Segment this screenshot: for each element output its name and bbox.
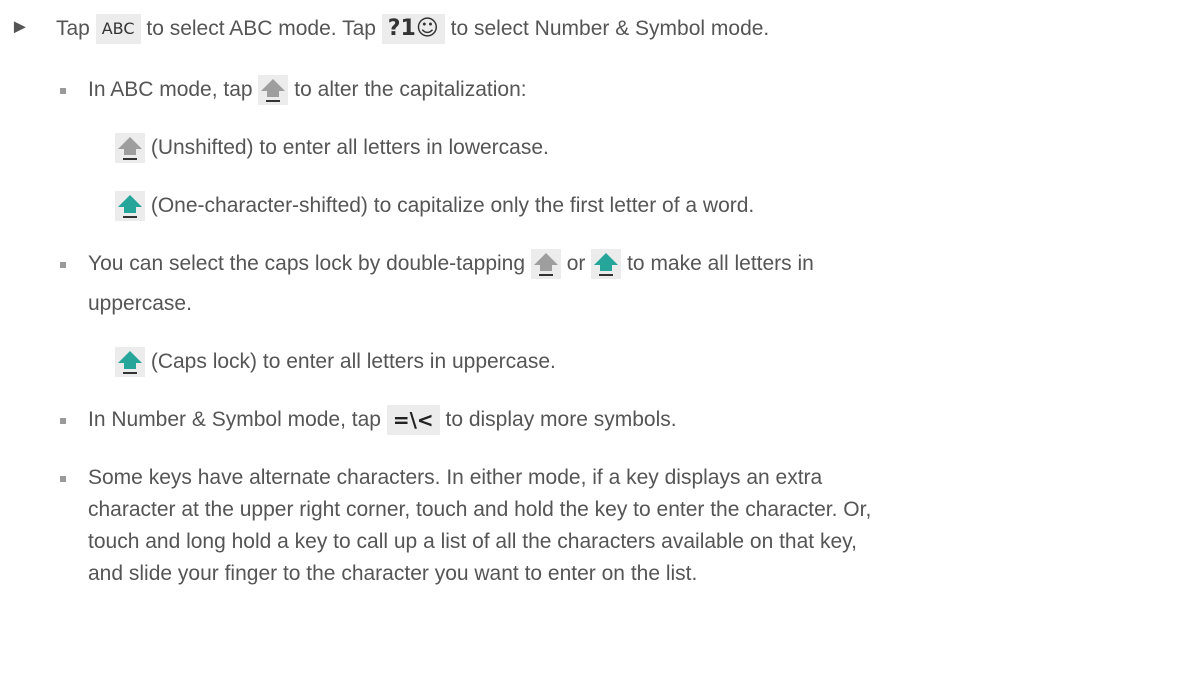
bullet-marker (60, 262, 66, 268)
more-symbols-key: =\< (386, 405, 440, 435)
option-unshifted: (Unshifted) to enter all letters in lowe… (115, 133, 549, 163)
shift-unshifted-icon (115, 133, 145, 163)
text-uppercase-continuation: uppercase. (88, 292, 192, 315)
bullet-marker (60, 476, 66, 482)
text-unshifted: (Unshifted) to enter all letters in lowe… (150, 136, 549, 159)
shift-key-gray-icon (258, 75, 289, 105)
option-one-character-shifted: (One-character-shifted) to capitalize on… (115, 191, 754, 221)
text-tap: Tap (56, 17, 90, 40)
alternate-characters-line-3: touch and long hold a key to call up a l… (88, 530, 857, 553)
text-caps-lock: (Caps lock) to enter all letters in uppe… (150, 350, 556, 373)
text-abc-mode: to select ABC mode. Tap (146, 17, 376, 40)
bullet-marker (60, 418, 66, 424)
text-one-character-shifted: (One-character-shifted) to capitalize on… (150, 194, 755, 217)
instruction-more-symbols: In Number & Symbol mode, tap =\< to disp… (88, 405, 677, 435)
bullet-marker (60, 88, 66, 94)
number-symbol-key: ?1☺ (381, 14, 445, 44)
option-caps-lock: (Caps lock) to enter all letters in uppe… (115, 347, 556, 377)
text-caps-lock-select: You can select the caps lock by double-t… (88, 252, 526, 275)
text-display-more-symbols: to display more symbols. (445, 408, 677, 431)
shift-caps-lock-icon (115, 347, 145, 377)
text-abc-mode-tap: In ABC mode, tap (88, 78, 253, 101)
shift-key-teal-icon (591, 249, 622, 279)
instruction-caps-lock: You can select the caps lock by double-t… (88, 249, 814, 279)
alternate-characters-line-4: and slide your finger to the character y… (88, 562, 698, 585)
shift-one-character-icon (115, 191, 145, 221)
text-or: or (566, 252, 586, 275)
instruction-capitalization: In ABC mode, tap to alter the capitaliza… (88, 75, 527, 105)
text-number-symbol-tap: In Number & Symbol mode, tap (88, 408, 381, 431)
shift-key-gray-icon (530, 249, 561, 279)
list-arrow-icon: ► (10, 16, 30, 38)
text-number-symbol-mode: to select Number & Symbol mode. (450, 17, 770, 40)
instruction-mode-select: Tap ABC to select ABC mode. Tap ?1☺ to s… (56, 14, 769, 44)
alternate-characters-line-1: Some keys have alternate characters. In … (88, 466, 823, 489)
abc-key: ABC (95, 14, 141, 44)
text-alter-capitalization: to alter the capitalization: (294, 78, 527, 101)
alternate-characters-line-2: character at the upper right corner, tou… (88, 498, 872, 521)
text-make-uppercase: to make all letters in (627, 252, 814, 275)
